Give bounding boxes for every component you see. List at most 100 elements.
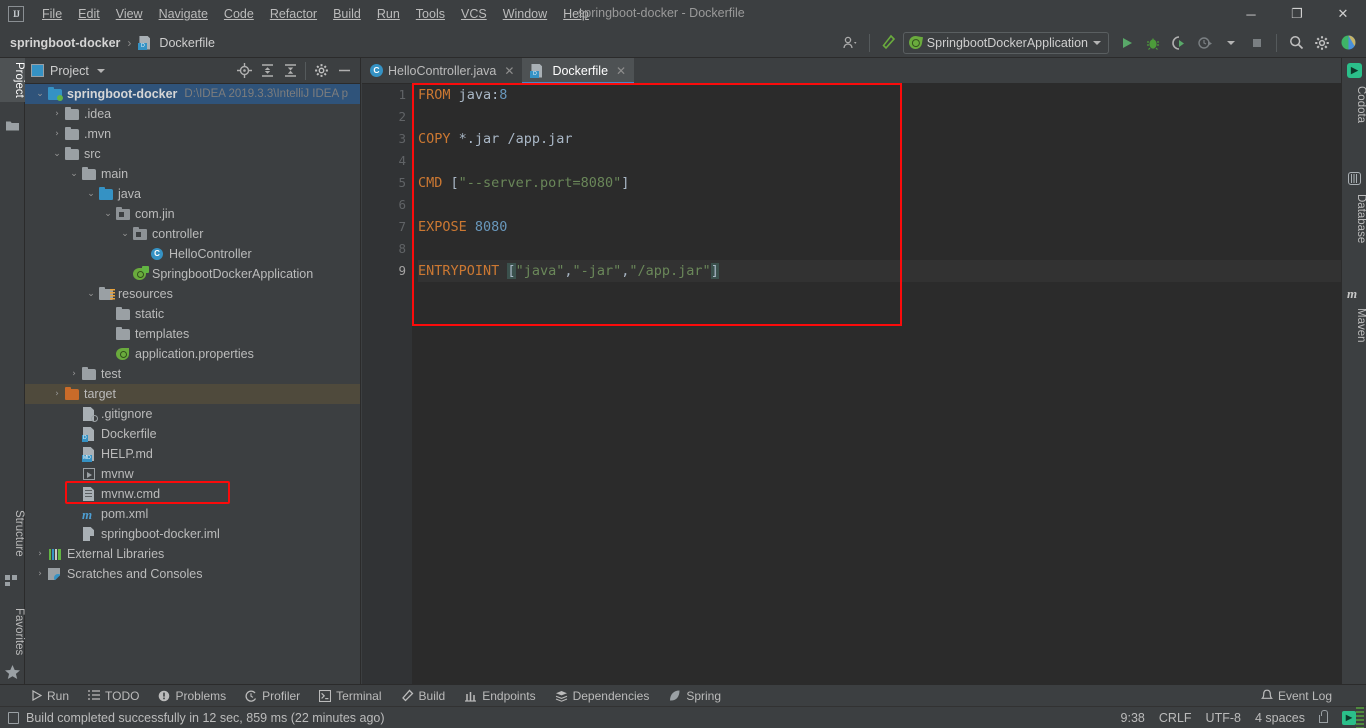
code-line-1[interactable]: FROM java:8	[418, 84, 1341, 106]
coverage-icon[interactable]	[1167, 31, 1191, 55]
tree-item-gitignore[interactable]: .gitignore	[25, 404, 360, 424]
indent-setting[interactable]: 4 spaces	[1255, 711, 1305, 725]
sidebar-item-maven[interactable]: Maven	[1342, 304, 1366, 347]
chevron-right-icon[interactable]: ›	[33, 569, 47, 579]
codota-icon[interactable]: ▶	[1347, 63, 1362, 78]
tree-item-resources[interactable]: ⌄ resources	[25, 284, 360, 304]
menu-build[interactable]: Build	[325, 3, 369, 25]
minimize-button[interactable]: ─	[1228, 0, 1274, 28]
tree-item-external-libraries[interactable]: › External Libraries	[25, 544, 360, 564]
chevron-down-icon[interactable]: ⌄	[118, 229, 132, 239]
tool-window-problems[interactable]: Problems	[149, 687, 235, 705]
tool-window-spring[interactable]: Spring	[659, 687, 730, 705]
sidebar-item-project[interactable]: Project	[0, 58, 25, 102]
tab-hellocontroller-java[interactable]: C HelloController.java ✕	[362, 58, 522, 83]
tab-dockerfile[interactable]: D Dockerfile ✕	[522, 58, 635, 84]
chevron-down-icon[interactable]: ⌄	[84, 289, 98, 299]
settings-gear-icon[interactable]	[1310, 31, 1334, 55]
tree-item-help-md[interactable]: MD HELP.md	[25, 444, 360, 464]
updates-icon[interactable]	[1336, 31, 1360, 55]
settings-gear-icon[interactable]	[311, 61, 331, 81]
tool-window-build[interactable]: Build	[392, 687, 455, 705]
menu-vcs[interactable]: VCS	[453, 3, 495, 25]
tool-window-endpoints[interactable]: Endpoints	[455, 687, 544, 705]
tool-window-dependencies[interactable]: Dependencies	[546, 687, 659, 705]
project-tree[interactable]: ⌄ springboot-docker D:\IDEA 2019.3.3\Intel…	[25, 84, 360, 673]
tool-window-terminal[interactable]: Terminal	[310, 687, 390, 705]
sidebar-item-favorites[interactable]: Favorites	[0, 604, 25, 659]
tree-item-mvn[interactable]: › .mvn	[25, 124, 360, 144]
lock-icon[interactable]	[1319, 710, 1328, 723]
build-hammer-icon[interactable]	[877, 31, 901, 55]
chevron-down-icon[interactable]: ⌄	[101, 209, 115, 219]
tree-item-src[interactable]: ⌄ src	[25, 144, 360, 164]
run-icon[interactable]	[1115, 31, 1139, 55]
tree-item-application-properties[interactable]: application.properties	[25, 344, 360, 364]
chevron-right-icon[interactable]: ›	[67, 369, 81, 379]
tree-item-dockerfile[interactable]: D Dockerfile	[25, 424, 360, 444]
tree-item-springbootdockerapplication[interactable]: SpringbootDockerApplication	[25, 264, 360, 284]
run-configuration-selector[interactable]: SpringbootDockerApplication	[902, 31, 1109, 54]
menu-window[interactable]: Window	[495, 3, 555, 25]
menu-refactor[interactable]: Refactor	[262, 3, 325, 25]
menu-edit[interactable]: Edit	[70, 3, 108, 25]
editor-gutter[interactable]: 1» 2 3 4 5 6 7 8 9	[362, 84, 426, 685]
code-line-2[interactable]	[418, 106, 1341, 128]
terminal-icon[interactable]: ▶	[1342, 710, 1356, 725]
menu-tools[interactable]: Tools	[408, 3, 453, 25]
tree-item-pom-xml[interactable]: m pom.xml	[25, 504, 360, 524]
chevron-down-icon[interactable]: ⌄	[67, 169, 81, 179]
code-editor[interactable]: FROM java:8 COPY *.jar /app.jar CMD ["--…	[412, 84, 1341, 685]
chevron-right-icon[interactable]: ›	[50, 389, 64, 399]
user-icon[interactable]	[838, 31, 862, 55]
profile-dropdown-icon[interactable]	[1219, 31, 1243, 55]
close-icon[interactable]: ✕	[616, 64, 626, 78]
close-icon[interactable]: ✕	[504, 64, 514, 78]
tree-item-test[interactable]: › test	[25, 364, 360, 384]
hide-panel-icon[interactable]	[334, 61, 354, 81]
code-line-5[interactable]: CMD ["--server.port=8080"]	[418, 172, 1341, 194]
folder-icon[interactable]	[5, 118, 20, 133]
stop-icon[interactable]	[1245, 31, 1269, 55]
code-line-7[interactable]: EXPOSE 8080	[418, 216, 1341, 238]
sidebar-item-codota[interactable]: Codota	[1342, 82, 1366, 127]
sidebar-item-structure[interactable]: Structure	[0, 506, 25, 561]
chevron-down-icon[interactable]: ⌄	[50, 149, 64, 159]
tree-item-springboot-docker-iml[interactable]: springboot-docker.iml	[25, 524, 360, 544]
database-icon[interactable]	[1348, 172, 1361, 185]
code-line-8[interactable]	[418, 238, 1341, 260]
status-message-container[interactable]: Build completed successfully in 12 sec, …	[8, 711, 385, 725]
chevron-down-icon[interactable]: ⌄	[33, 89, 47, 99]
tool-window-profiler[interactable]: Profiler	[236, 687, 309, 705]
menu-run[interactable]: Run	[369, 3, 408, 25]
locate-icon[interactable]	[234, 61, 254, 81]
menu-navigate[interactable]: Navigate	[151, 3, 216, 25]
menu-file[interactable]: File	[34, 3, 70, 25]
tool-window-todo[interactable]: TODO	[79, 687, 148, 705]
tree-item-scratches-and-consoles[interactable]: › Scratches and Consoles	[25, 564, 360, 584]
code-line-4[interactable]	[418, 150, 1341, 172]
code-line-3[interactable]: COPY *.jar /app.jar	[418, 128, 1341, 150]
breadcrumb-file[interactable]: Dockerfile	[159, 36, 215, 50]
caret-position[interactable]: 9:38	[1121, 711, 1145, 725]
line-separator[interactable]: CRLF	[1159, 711, 1192, 725]
tree-item-static[interactable]: static	[25, 304, 360, 324]
tree-item-springboot-docker[interactable]: ⌄ springboot-docker D:\IDEA 2019.3.3\Intel…	[25, 84, 360, 104]
sidebar-item-database[interactable]: Database	[1342, 190, 1366, 247]
chevron-right-icon[interactable]: ›	[33, 549, 47, 559]
tree-item-main[interactable]: ⌄ main	[25, 164, 360, 184]
tree-item-templates[interactable]: templates	[25, 324, 360, 344]
menu-code[interactable]: Code	[216, 3, 262, 25]
memory-indicator[interactable]	[1356, 707, 1364, 728]
tool-window-run[interactable]: Run	[22, 687, 78, 705]
profile-icon[interactable]	[1193, 31, 1217, 55]
chevron-down-icon[interactable]	[96, 68, 105, 73]
tree-item-java[interactable]: ⌄ java	[25, 184, 360, 204]
code-line-6[interactable]	[418, 194, 1341, 216]
tree-item-hellocontroller[interactable]: C HelloController	[25, 244, 360, 264]
tree-item-com-jin[interactable]: ⌄ com.jin	[25, 204, 360, 224]
tree-item-target[interactable]: › target	[25, 384, 360, 404]
collapse-all-icon[interactable]	[280, 61, 300, 81]
maven-icon[interactable]: m	[1347, 286, 1362, 301]
chevron-down-icon[interactable]: ⌄	[84, 189, 98, 199]
